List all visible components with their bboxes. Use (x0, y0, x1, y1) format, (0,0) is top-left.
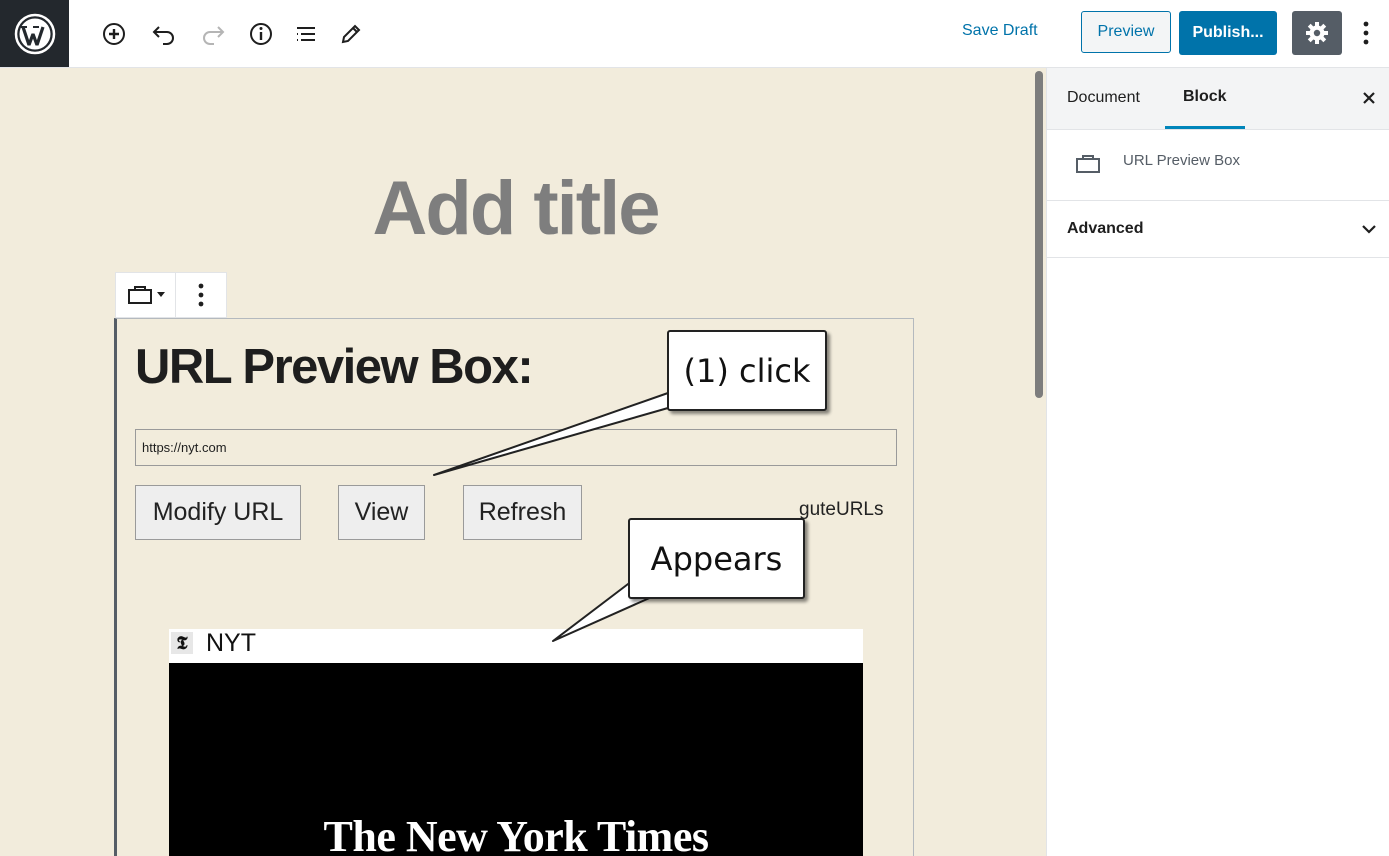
post-title-input[interactable]: Add title (0, 164, 1031, 254)
editor-scrollbar-thumb[interactable] (1035, 71, 1043, 398)
nyt-favicon-icon: 𝕿 (171, 632, 193, 654)
annotation-click: (1) click (667, 330, 827, 411)
block-more-options-button[interactable] (176, 273, 226, 317)
block-heading: URL Preview Box: (135, 340, 534, 394)
caret-down-icon (156, 292, 165, 297)
modify-url-button[interactable]: Modify URL (135, 485, 301, 540)
settings-sidebar: Document Block URL Preview Box Advanced (1046, 68, 1389, 856)
chevron-down-icon (1362, 225, 1376, 234)
wordpress-logo-icon[interactable] (0, 0, 69, 67)
settings-button[interactable] (1292, 11, 1342, 55)
url-preview-card[interactable]: 𝕿 NYT The New York Times (169, 629, 863, 856)
preview-button[interactable]: Preview (1081, 11, 1171, 53)
block-switcher-button[interactable] (116, 273, 177, 317)
close-sidebar-button[interactable] (1357, 86, 1381, 110)
briefcase-icon (1076, 155, 1100, 173)
publish-button[interactable]: Publish... (1179, 11, 1277, 55)
refresh-button[interactable]: Refresh (463, 485, 582, 540)
briefcase-icon (127, 286, 152, 304)
editor-canvas: Add title URL Preview Box: Modify URL Vi… (0, 68, 1031, 856)
undo-icon[interactable] (149, 19, 179, 49)
tab-document[interactable]: Document (1067, 68, 1140, 128)
block-toolbar (115, 272, 227, 318)
preview-site-title: NYT (206, 629, 256, 657)
annotation-appears: Appears (628, 518, 805, 599)
redo-icon[interactable] (198, 19, 228, 49)
info-icon[interactable] (246, 19, 276, 49)
save-draft-button[interactable]: Save Draft (962, 22, 1038, 40)
editor-header: Save Draft Preview Publish... (0, 0, 1389, 68)
preview-image: The New York Times (169, 663, 863, 856)
outline-icon[interactable] (291, 19, 321, 49)
block-card: URL Preview Box (1047, 130, 1389, 201)
preview-header: 𝕿 NYT (169, 629, 863, 663)
url-input[interactable] (135, 429, 897, 466)
view-button[interactable]: View (338, 485, 425, 540)
more-menu-button[interactable] (1354, 16, 1378, 50)
block-card-title: URL Preview Box (1123, 152, 1240, 169)
edit-tools-icon[interactable] (336, 19, 366, 49)
advanced-label: Advanced (1067, 220, 1144, 237)
more-vertical-icon (1363, 21, 1369, 45)
advanced-panel-toggle[interactable]: Advanced (1047, 201, 1389, 258)
sidebar-tabs: Document Block (1047, 68, 1389, 130)
nyt-masthead-logo: The New York Times (323, 812, 709, 856)
gear-icon (1306, 22, 1328, 44)
brand-label: guteURLs (799, 499, 884, 520)
tab-block[interactable]: Block (1165, 68, 1245, 129)
close-icon (1363, 92, 1375, 104)
add-block-icon[interactable] (99, 19, 129, 49)
more-vertical-icon (198, 283, 204, 307)
